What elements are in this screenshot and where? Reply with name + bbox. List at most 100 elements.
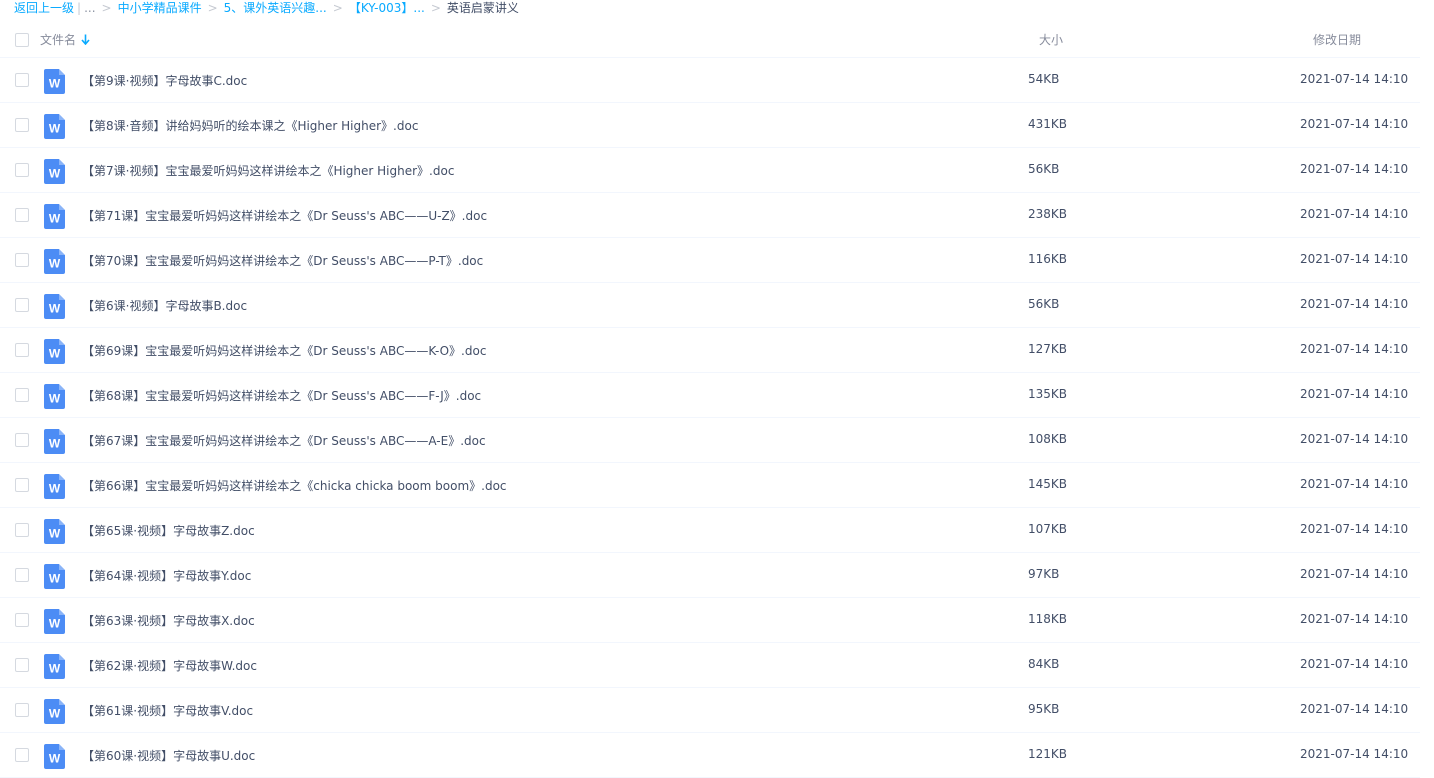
- file-row[interactable]: W 【第66课】宝宝最爱听妈妈这样讲绘本之《chicka chicka boom …: [0, 463, 1420, 508]
- svg-text:W: W: [49, 212, 61, 226]
- file-checkbox[interactable]: [15, 748, 29, 762]
- file-size: 84KB: [1028, 657, 1060, 671]
- file-checkbox[interactable]: [15, 163, 29, 177]
- breadcrumb-separator: >: [101, 1, 112, 15]
- word-doc-icon[interactable]: W: [44, 609, 65, 634]
- breadcrumb-separator: >: [332, 1, 343, 15]
- file-modified-date: 2021-07-14 14:10: [1300, 567, 1409, 581]
- word-doc-icon[interactable]: W: [44, 654, 65, 679]
- file-checkbox[interactable]: [15, 73, 29, 87]
- file-name[interactable]: 【第64课·视频】字母故事Y.doc: [82, 567, 251, 584]
- file-name[interactable]: 【第66课】宝宝最爱听妈妈这样讲绘本之《chicka chicka boom b…: [82, 477, 507, 494]
- word-doc-icon[interactable]: W: [44, 384, 65, 409]
- file-modified-date: 2021-07-14 14:10: [1300, 657, 1409, 671]
- file-checkbox[interactable]: [15, 613, 29, 627]
- file-modified-date: 2021-07-14 14:10: [1300, 747, 1409, 761]
- file-name[interactable]: 【第62课·视频】字母故事W.doc: [82, 657, 257, 674]
- file-checkbox[interactable]: [15, 118, 29, 132]
- column-header-name[interactable]: 文件名: [40, 31, 90, 48]
- breadcrumb-ellipsis[interactable]: ...: [84, 1, 95, 16]
- svg-text:W: W: [49, 527, 61, 541]
- file-checkbox[interactable]: [15, 478, 29, 492]
- word-doc-icon[interactable]: W: [44, 429, 65, 454]
- word-doc-icon[interactable]: W: [44, 699, 65, 724]
- back-link[interactable]: 返回上一级: [14, 1, 74, 16]
- file-row[interactable]: W 【第9课·视频】字母故事C.doc 54KB 2021-07-14 14:10: [0, 58, 1420, 103]
- file-row[interactable]: W 【第62课·视频】字母故事W.doc 84KB 2021-07-14 14:10: [0, 643, 1420, 688]
- file-size: 431KB: [1028, 117, 1068, 131]
- file-name[interactable]: 【第8课·音频】讲给妈妈听的绘本课之《Higher Higher》.doc: [82, 117, 418, 134]
- word-doc-icon[interactable]: W: [44, 339, 65, 364]
- word-doc-icon[interactable]: W: [44, 474, 65, 499]
- word-doc-icon[interactable]: W: [44, 204, 65, 229]
- word-doc-icon[interactable]: W: [44, 249, 65, 274]
- breadcrumb-item-2[interactable]: 5、课外英语兴趣...: [224, 1, 327, 16]
- file-list-header: 文件名 大小 修改日期: [0, 20, 1420, 58]
- file-name[interactable]: 【第71课】宝宝最爱听妈妈这样讲绘本之《Dr Seuss's ABC——U-Z》…: [82, 207, 487, 224]
- file-row[interactable]: W 【第7课·视频】宝宝最爱听妈妈这样讲绘本之《Higher Higher》.do…: [0, 148, 1420, 193]
- breadcrumb-divider: |: [77, 1, 82, 15]
- file-size: 108KB: [1028, 432, 1068, 446]
- word-doc-icon[interactable]: W: [44, 294, 65, 319]
- file-row[interactable]: W 【第60课·视频】字母故事U.doc 121KB 2021-07-14 14:10: [0, 733, 1420, 778]
- file-checkbox[interactable]: [15, 433, 29, 447]
- file-name[interactable]: 【第61课·视频】字母故事V.doc: [82, 702, 253, 719]
- file-size: 56KB: [1028, 162, 1060, 176]
- file-name[interactable]: 【第9课·视频】字母故事C.doc: [82, 72, 247, 89]
- file-row[interactable]: W 【第67课】宝宝最爱听妈妈这样讲绘本之《Dr Seuss's ABC——A-E…: [0, 418, 1420, 463]
- file-name[interactable]: 【第67课】宝宝最爱听妈妈这样讲绘本之《Dr Seuss's ABC——A-E》…: [82, 432, 486, 449]
- file-checkbox[interactable]: [15, 208, 29, 222]
- column-header-date[interactable]: 修改日期: [1313, 31, 1361, 48]
- file-modified-date: 2021-07-14 14:10: [1300, 432, 1409, 446]
- file-checkbox[interactable]: [15, 388, 29, 402]
- file-name[interactable]: 【第6课·视频】字母故事B.doc: [82, 297, 247, 314]
- file-row[interactable]: W 【第8课·音频】讲给妈妈听的绘本课之《Higher Higher》.doc 43…: [0, 103, 1420, 148]
- file-name[interactable]: 【第63课·视频】字母故事X.doc: [82, 612, 255, 629]
- file-checkbox[interactable]: [15, 658, 29, 672]
- file-checkbox[interactable]: [15, 568, 29, 582]
- file-row[interactable]: W 【第69课】宝宝最爱听妈妈这样讲绘本之《Dr Seuss's ABC——K-O…: [0, 328, 1420, 373]
- svg-text:W: W: [49, 77, 61, 91]
- file-checkbox[interactable]: [15, 703, 29, 717]
- word-doc-icon[interactable]: W: [44, 519, 65, 544]
- column-header-size[interactable]: 大小: [1039, 31, 1063, 48]
- file-modified-date: 2021-07-14 14:10: [1300, 522, 1409, 536]
- svg-text:W: W: [49, 302, 61, 316]
- file-modified-date: 2021-07-14 14:10: [1300, 612, 1409, 626]
- file-row[interactable]: W 【第6课·视频】字母故事B.doc 56KB 2021-07-14 14:10: [0, 283, 1420, 328]
- select-all-checkbox[interactable]: [15, 33, 29, 47]
- word-doc-icon[interactable]: W: [44, 69, 65, 94]
- file-size: 54KB: [1028, 72, 1060, 86]
- file-checkbox[interactable]: [15, 523, 29, 537]
- file-row[interactable]: W 【第71课】宝宝最爱听妈妈这样讲绘本之《Dr Seuss's ABC——U-Z…: [0, 193, 1420, 238]
- breadcrumb-item-3[interactable]: 【KY-003】...: [349, 1, 425, 16]
- file-name[interactable]: 【第68课】宝宝最爱听妈妈这样讲绘本之《Dr Seuss's ABC——F-J》…: [82, 387, 481, 404]
- file-row[interactable]: W 【第68课】宝宝最爱听妈妈这样讲绘本之《Dr Seuss's ABC——F-J…: [0, 373, 1420, 418]
- file-row[interactable]: W 【第70课】宝宝最爱听妈妈这样讲绘本之《Dr Seuss's ABC——P-T…: [0, 238, 1420, 283]
- file-checkbox[interactable]: [15, 298, 29, 312]
- file-name[interactable]: 【第7课·视频】宝宝最爱听妈妈这样讲绘本之《Higher Higher》.doc: [82, 162, 454, 179]
- file-name[interactable]: 【第65课·视频】字母故事Z.doc: [82, 522, 255, 539]
- file-name[interactable]: 【第60课·视频】字母故事U.doc: [82, 747, 255, 764]
- file-row[interactable]: W 【第64课·视频】字母故事Y.doc 97KB 2021-07-14 14:10: [0, 553, 1420, 598]
- file-size: 56KB: [1028, 297, 1060, 311]
- file-size: 107KB: [1028, 522, 1068, 536]
- file-size: 97KB: [1028, 567, 1060, 581]
- file-size: 135KB: [1028, 387, 1068, 401]
- file-name[interactable]: 【第70课】宝宝最爱听妈妈这样讲绘本之《Dr Seuss's ABC——P-T》…: [82, 252, 483, 269]
- word-doc-icon[interactable]: W: [44, 114, 65, 139]
- file-row[interactable]: W 【第61课·视频】字母故事V.doc 95KB 2021-07-14 14:10: [0, 688, 1420, 733]
- file-size: 145KB: [1028, 477, 1068, 491]
- word-doc-icon[interactable]: W: [44, 744, 65, 769]
- file-name[interactable]: 【第69课】宝宝最爱听妈妈这样讲绘本之《Dr Seuss's ABC——K-O》…: [82, 342, 486, 359]
- file-checkbox[interactable]: [15, 253, 29, 267]
- breadcrumb-item-1[interactable]: 中小学精品课件: [118, 1, 202, 16]
- file-checkbox[interactable]: [15, 343, 29, 357]
- file-row[interactable]: W 【第65课·视频】字母故事Z.doc 107KB 2021-07-14 14:10: [0, 508, 1420, 553]
- svg-text:W: W: [49, 482, 61, 496]
- word-doc-icon[interactable]: W: [44, 564, 65, 589]
- file-modified-date: 2021-07-14 14:10: [1300, 252, 1409, 266]
- breadcrumb-separator: >: [207, 1, 218, 15]
- file-row[interactable]: W 【第63课·视频】字母故事X.doc 118KB 2021-07-14 14:10: [0, 598, 1420, 643]
- word-doc-icon[interactable]: W: [44, 159, 65, 184]
